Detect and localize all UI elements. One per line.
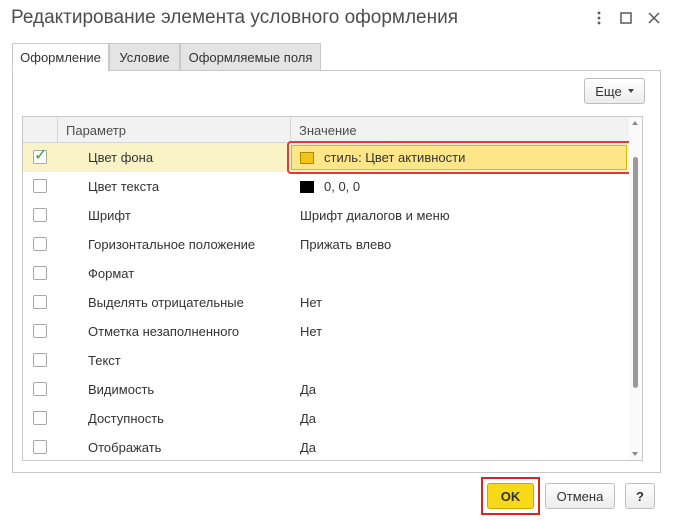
title-bar: Редактирование элемента условного оформл… [0,0,673,38]
header-check-column [23,117,58,143]
checkmark-icon: ✓ [34,147,48,164]
table-row[interactable]: Текст [23,346,629,375]
table-row[interactable]: Формат [23,259,629,288]
chevron-down-icon [627,89,634,93]
table-row[interactable]: Отметка незаполненного Нет [23,317,629,346]
vertical-scrollbar[interactable] [629,117,642,460]
more-button-label: Еще [595,83,622,99]
tab-panel: Еще Параметр Значение ✓ Цвет фона стиль:… [12,70,661,473]
row-checkbox[interactable] [33,411,47,425]
table-row[interactable]: Отображать Да [23,433,629,460]
row-value: 0, 0, 0 [324,179,361,194]
row-value[interactable]: Да [300,404,316,433]
table-row[interactable]: Цвет текста 0, 0, 0 [23,172,629,201]
window-title: Редактирование элемента условного оформл… [11,7,459,28]
color-swatch-icon [300,180,314,193]
close-icon[interactable] [645,9,663,27]
tab-formatted-fields[interactable]: Оформляемые поля [180,43,321,71]
row-parameter: Видимость [88,382,155,397]
maximize-icon[interactable] [617,9,635,27]
row-checkbox[interactable] [33,440,47,454]
ok-button[interactable]: OK [487,483,534,509]
table-row[interactable]: Доступность Да [23,404,629,433]
row-parameter: Доступность [88,411,164,426]
row-parameter: Формат [88,266,135,281]
table-row[interactable]: ✓ Цвет фона стиль: Цвет активности [23,141,633,174]
row-checkbox[interactable] [33,324,47,338]
highlight-annotation [287,141,633,174]
row-parameter: Горизонтальное положение [88,237,256,252]
row-value[interactable]: Да [300,375,316,404]
kebab-menu-icon[interactable] [590,9,608,27]
row-checkbox[interactable] [33,353,47,367]
row-parameter: Текст [88,353,121,368]
row-parameter: Шрифт [88,208,131,223]
row-value[interactable]: Нет [300,288,322,317]
row-parameter: Отображать [88,440,162,455]
row-checkbox[interactable] [33,208,47,222]
help-button[interactable]: ? [625,483,655,509]
table-row[interactable]: Выделять отрицательные Нет [23,288,629,317]
row-value[interactable]: Шрифт диалогов и меню [300,201,450,230]
row-value[interactable]: Нет [300,317,322,346]
more-button[interactable]: Еще [584,78,645,104]
row-checkbox[interactable]: ✓ [33,147,48,164]
row-checkbox[interactable] [33,295,47,309]
cancel-button[interactable]: Отмена [545,483,615,509]
table-row[interactable]: Шрифт Шрифт диалогов и меню [23,201,629,230]
scrollbar-thumb[interactable] [633,157,638,388]
table-row[interactable]: Видимость Да [23,375,629,404]
row-value[interactable]: Прижать влево [300,230,391,259]
row-checkbox[interactable] [33,179,47,193]
row-parameter: Цвет фона [88,150,154,165]
row-value-cell[interactable]: 0, 0, 0 [300,172,360,201]
tab-formatting[interactable]: Оформление [12,43,109,72]
header-parameter[interactable]: Параметр [58,117,291,143]
row-checkbox[interactable] [33,382,47,396]
row-parameter: Выделять отрицательные [88,295,244,310]
row-parameter: Цвет текста [88,179,160,194]
table-header: Параметр Значение [23,117,629,143]
parameters-table: Параметр Значение ✓ Цвет фона стиль: Цве… [22,116,643,461]
row-checkbox[interactable] [33,237,47,251]
row-checkbox[interactable] [33,266,47,280]
scroll-down-icon[interactable] [632,452,638,456]
tab-condition[interactable]: Условие [109,43,180,71]
header-value[interactable]: Значение [291,117,629,143]
table-row[interactable]: Горизонтальное положение Прижать влево [23,230,629,259]
row-parameter: Отметка незаполненного [88,324,240,339]
scroll-up-icon[interactable] [632,121,638,125]
row-value[interactable]: Да [300,433,316,460]
